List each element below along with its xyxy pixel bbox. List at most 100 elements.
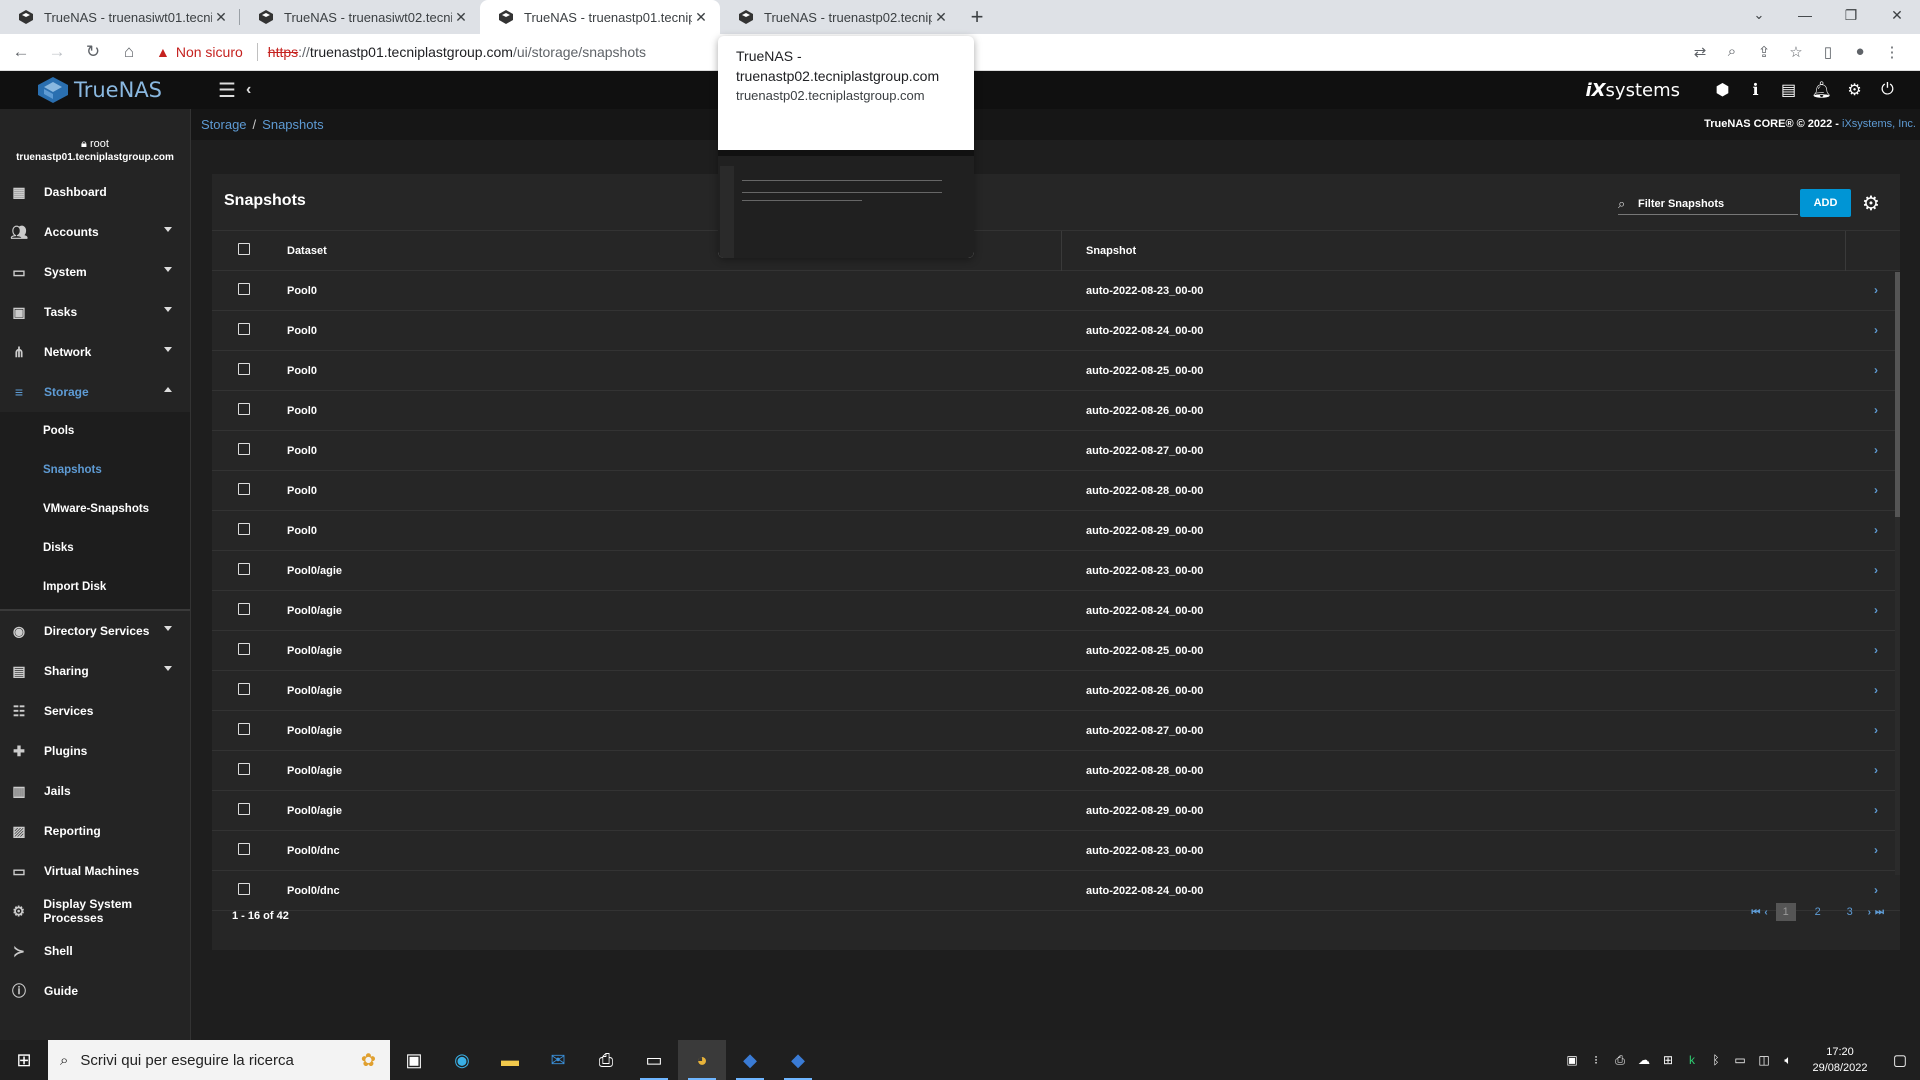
home-icon[interactable]: ⌂ <box>114 42 144 62</box>
info-icon[interactable]: ℹ <box>1739 80 1772 100</box>
sidebar-item-display-system-processes[interactable]: ⚙ Display System Processes <box>0 891 190 931</box>
row-checkbox[interactable] <box>238 283 250 295</box>
expand-row-chevron-icon[interactable]: › <box>1874 323 1878 337</box>
last-page-icon[interactable]: ⏭ <box>1875 907 1884 918</box>
next-page-icon[interactable]: › <box>1868 907 1871 918</box>
expand-row-chevron-icon[interactable]: › <box>1874 363 1878 377</box>
table-row[interactable]: Pool0/agie auto-2022-08-27_00-00 › <box>212 711 1900 751</box>
row-checkbox[interactable] <box>238 763 250 775</box>
sidebar-item-plugins[interactable]: ✚ Plugins <box>0 731 190 771</box>
row-checkbox[interactable] <box>238 363 250 375</box>
column-header-snapshot[interactable]: Snapshot <box>1070 245 1900 257</box>
add-button[interactable]: ADD <box>1800 189 1851 217</box>
table-row[interactable]: Pool0/agie auto-2022-08-23_00-00 › <box>212 551 1900 591</box>
sidebar-item-network[interactable]: ⋔ Network <box>0 332 190 372</box>
onedrive-icon[interactable]: ☁ <box>1632 1053 1656 1067</box>
tab-close-icon[interactable]: ✕ <box>212 9 230 26</box>
breadcrumb-storage[interactable]: Storage <box>201 117 247 132</box>
table-row[interactable]: Pool0/agie auto-2022-08-24_00-00 › <box>212 591 1900 631</box>
tray-overflow-icon[interactable]: ⁝ <box>1584 1053 1608 1067</box>
remote-desktop-2-icon[interactable]: ◆ <box>774 1040 822 1080</box>
back-icon[interactable]: ← <box>6 42 36 62</box>
row-checkbox[interactable] <box>238 683 250 695</box>
sidebar-item-accounts[interactable]: 👥︎ Accounts <box>0 212 190 252</box>
zoom-icon[interactable]: ⌕ <box>1716 43 1748 61</box>
sidebar-item-guide[interactable]: ⓘ Guide <box>0 971 190 1011</box>
collapse-chevron-icon[interactable]: ‹ <box>246 81 251 99</box>
windows-start-icon[interactable]: ⊞ <box>0 1050 48 1071</box>
row-checkbox[interactable] <box>238 843 250 855</box>
table-row[interactable]: Pool0/agie auto-2022-08-25_00-00 › <box>212 631 1900 671</box>
row-checkbox[interactable] <box>238 323 250 335</box>
row-checkbox[interactable] <box>238 723 250 735</box>
sidebar-sub-pools[interactable]: Pools <box>0 412 190 451</box>
sidebar-sub-import-disk[interactable]: Import Disk <box>0 568 190 607</box>
expand-row-chevron-icon[interactable]: › <box>1874 283 1878 297</box>
truenas-logo[interactable]: TrueNAS <box>0 77 190 103</box>
restore-icon[interactable]: ❐ <box>1828 0 1874 30</box>
file-explorer-icon[interactable]: ▬ <box>486 1040 534 1080</box>
expand-row-chevron-icon[interactable]: › <box>1874 803 1878 817</box>
minimize-icon[interactable]: — <box>1782 0 1828 30</box>
browser-tab-active[interactable]: TrueNAS - truenastp01.tecniplastgroup.co… <box>480 0 720 34</box>
prev-page-icon[interactable]: ‹ <box>1764 907 1767 918</box>
expand-row-chevron-icon[interactable]: › <box>1874 443 1878 457</box>
sidebar-item-dashboard[interactable]: ▦ Dashboard <box>0 172 190 212</box>
table-row[interactable]: Pool0 auto-2022-08-23_00-00 › <box>212 271 1900 311</box>
ixsystems-link[interactable]: iXsystems, Inc. <box>1842 118 1916 130</box>
terminal-app-icon[interactable]: ▭ <box>630 1040 678 1080</box>
translate-icon[interactable]: ⇄ <box>1684 43 1716 61</box>
mail-icon[interactable]: ✉ <box>534 1040 582 1080</box>
table-row[interactable]: Pool0 auto-2022-08-25_00-00 › <box>212 351 1900 391</box>
hamburger-menu-icon[interactable]: ☰ <box>212 78 242 103</box>
expand-row-chevron-icon[interactable]: › <box>1874 843 1878 857</box>
power-icon[interactable]: ⏻ <box>1871 81 1904 99</box>
battery-icon[interactable]: ▭ <box>1728 1053 1752 1067</box>
table-row[interactable]: Pool0 auto-2022-08-24_00-00 › <box>212 311 1900 351</box>
taskbar-clock[interactable]: 17:20 29/08/2022 <box>1800 1044 1880 1076</box>
row-checkbox[interactable] <box>238 563 250 575</box>
table-row[interactable]: Pool0/dnc auto-2022-08-23_00-00 › <box>212 831 1900 871</box>
expand-row-chevron-icon[interactable]: › <box>1874 483 1878 497</box>
sidebar-item-sharing[interactable]: ▤ Sharing <box>0 651 190 691</box>
bluetooth-icon[interactable]: ᛒ <box>1704 1053 1728 1067</box>
task-view-icon[interactable]: ▣ <box>390 1040 438 1080</box>
expand-row-chevron-icon[interactable]: › <box>1874 403 1878 417</box>
task-manager-icon[interactable]: ▤ <box>1772 80 1805 100</box>
page-3[interactable]: 3 <box>1840 903 1860 921</box>
expand-row-chevron-icon[interactable]: › <box>1874 683 1878 697</box>
browser-tab[interactable]: TrueNAS - truenasiwt01.tecniplastgroup.c… <box>0 0 240 34</box>
chrome-icon[interactable]: ◕ <box>678 1040 726 1080</box>
tab-close-icon[interactable]: ✕ <box>692 9 710 26</box>
row-checkbox[interactable] <box>238 643 250 655</box>
sidebar-sub-snapshots[interactable]: Snapshots <box>0 451 190 490</box>
sidebar-item-tasks[interactable]: ▣ Tasks <box>0 292 190 332</box>
table-row[interactable]: Pool0/agie auto-2022-08-26_00-00 › <box>212 671 1900 711</box>
notification-icon[interactable]: ▢ <box>1880 1051 1920 1069</box>
row-checkbox[interactable] <box>238 443 250 455</box>
tab-close-icon[interactable]: ✕ <box>932 9 950 26</box>
sidebar-item-directory-services[interactable]: ◉ Directory Services <box>0 611 190 651</box>
bookmark-star-icon[interactable]: ☆ <box>1780 43 1812 61</box>
sidebar-sub-disks[interactable]: Disks <box>0 529 190 568</box>
ixsystems-logo[interactable]: iXsystems <box>1585 80 1680 101</box>
row-checkbox[interactable] <box>238 603 250 615</box>
row-checkbox[interactable] <box>238 403 250 415</box>
table-row[interactable]: Pool0 auto-2022-08-28_00-00 › <box>212 471 1900 511</box>
sidebar-item-reporting[interactable]: ▨ Reporting <box>0 811 190 851</box>
expand-row-chevron-icon[interactable]: › <box>1874 603 1878 617</box>
sidebar-sub-vmware-snapshots[interactable]: VMware-Snapshots <box>0 490 190 529</box>
edge-icon[interactable]: ◉ <box>438 1040 486 1080</box>
forward-icon[interactable]: → <box>42 42 72 62</box>
remote-desktop-icon[interactable]: ◆ <box>726 1040 774 1080</box>
taskbar-search[interactable]: ⌕ Scrivi qui per eseguire la ricerca ✿ <box>48 1040 390 1080</box>
table-row[interactable]: Pool0 auto-2022-08-26_00-00 › <box>212 391 1900 431</box>
table-row[interactable]: Pool0 auto-2022-08-27_00-00 › <box>212 431 1900 471</box>
browser-tab[interactable]: TrueNAS - truenasiwt02.tecniplastgroup.c… <box>240 0 480 34</box>
expand-row-chevron-icon[interactable]: › <box>1874 523 1878 537</box>
page-1[interactable]: 1 <box>1775 903 1796 921</box>
sidepanel-icon[interactable]: ▯ <box>1812 43 1844 61</box>
tab-close-icon[interactable]: ✕ <box>452 9 470 26</box>
tray-k-icon[interactable]: k <box>1680 1053 1704 1067</box>
browser-tab[interactable]: TrueNAS - truenastp02.tecniplastgroup.co… <box>720 0 960 34</box>
